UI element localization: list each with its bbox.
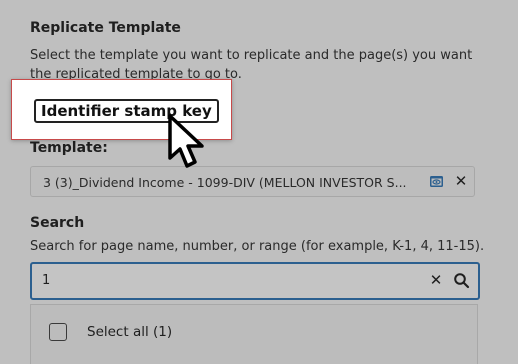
- preview-icon[interactable]: [429, 174, 444, 189]
- search-input[interactable]: 1 ✕: [30, 262, 480, 300]
- dialog-title: Replicate Template: [30, 20, 181, 36]
- select-all-row[interactable]: Select all (1): [31, 321, 477, 345]
- search-label: Search: [30, 215, 85, 231]
- replicate-template-panel: Replicate Template Select the template y…: [0, 0, 518, 364]
- template-label: Template:: [30, 140, 108, 156]
- template-field[interactable]: 3 (3)_Dividend Income - 1099-DIV (MELLON…: [30, 166, 475, 197]
- search-hint: Search for page name, number, or range (…: [30, 239, 485, 254]
- search-input-value: 1: [42, 273, 51, 288]
- dialog-description-line-1: Select the template you want to replicat…: [30, 48, 473, 63]
- select-all-checkbox[interactable]: [49, 323, 67, 341]
- search-icon[interactable]: [453, 272, 470, 289]
- mouse-pointer-icon: [168, 114, 204, 168]
- template-clear-icon[interactable]: ✕: [454, 173, 468, 189]
- search-results-list: Select all (1): [30, 304, 478, 364]
- select-all-label: Select all (1): [87, 324, 173, 340]
- template-value: 3 (3)_Dividend Income - 1099-DIV (MELLON…: [43, 175, 407, 190]
- search-clear-icon[interactable]: ✕: [429, 271, 443, 289]
